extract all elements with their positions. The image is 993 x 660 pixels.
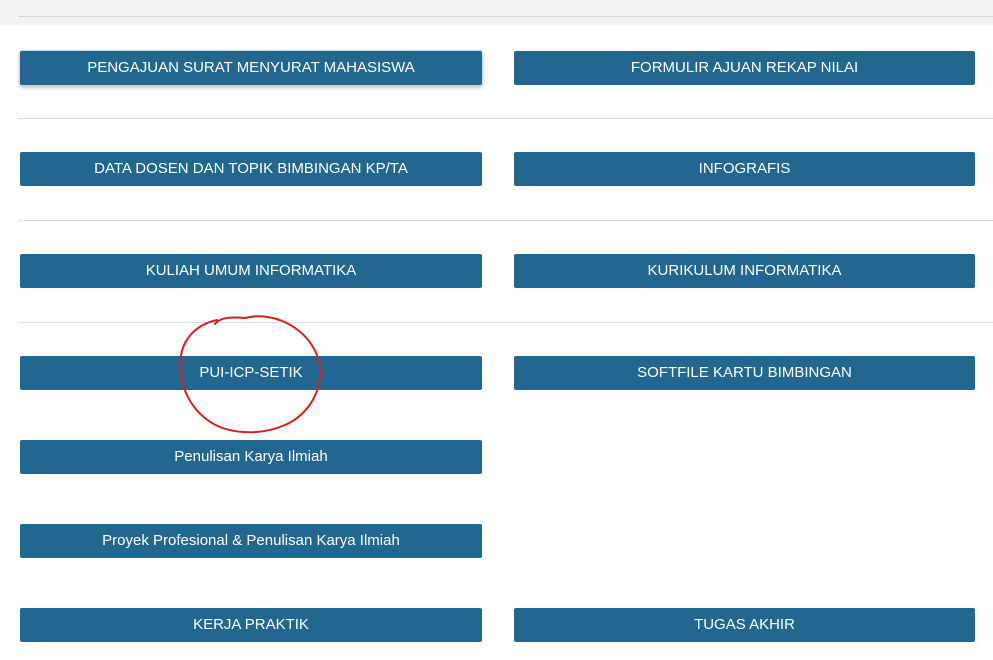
page: PENGAJUAN SURAT MENYURAT MAHASISWA FORMU… — [0, 0, 993, 660]
kurikulum-button[interactable]: KURIKULUM INFORMATIKA — [514, 254, 975, 288]
kuliah-umum-button[interactable]: KULIAH UMUM INFORMATIKA — [20, 254, 482, 288]
row-divider — [18, 118, 993, 119]
pengajuan-surat-button[interactable]: PENGAJUAN SURAT MENYURAT MAHASISWA — [20, 51, 482, 85]
tugas-akhir-button[interactable]: TUGAS AKHIR — [514, 608, 975, 642]
row-divider — [18, 322, 993, 323]
data-dosen-button[interactable]: DATA DOSEN DAN TOPIK BIMBINGAN KP/TA — [20, 152, 482, 186]
penulisan-karya-ilmiah-button[interactable]: Penulisan Karya Ilmiah — [20, 440, 482, 474]
row-divider — [18, 220, 993, 221]
proyek-profesional-button[interactable]: Proyek Profesional & Penulisan Karya Ilm… — [20, 524, 482, 558]
infografis-button[interactable]: INFOGRAFIS — [514, 152, 975, 186]
top-bar — [0, 0, 993, 25]
top-divider — [18, 16, 993, 17]
formulir-rekap-nilai-button[interactable]: FORMULIR AJUAN REKAP NILAI — [514, 51, 975, 85]
pui-icp-setik-button[interactable]: PUI-ICP-SETIK — [20, 356, 482, 390]
softfile-kartu-bimbingan-button[interactable]: SOFTFILE KARTU BIMBINGAN — [514, 356, 975, 390]
kerja-praktik-button[interactable]: KERJA PRAKTIK — [20, 608, 482, 642]
